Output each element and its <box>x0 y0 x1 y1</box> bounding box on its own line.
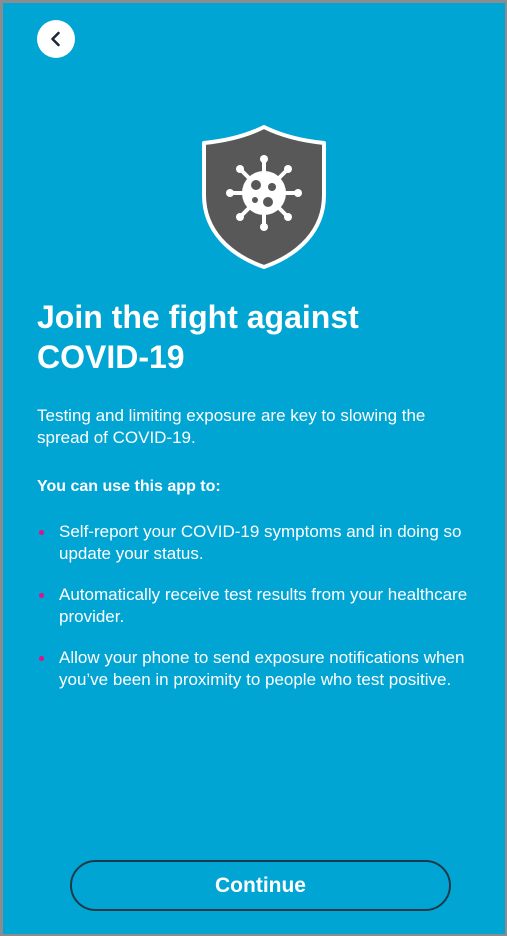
features-subheading: You can use this app to: <box>37 478 221 495</box>
feature-text: Automatically receive test results from … <box>59 585 468 626</box>
onboarding-screen: Join the fight against COVID-19 Testing … <box>3 3 505 934</box>
list-item: Allow your phone to send exposure notifi… <box>37 647 482 691</box>
feature-text: Allow your phone to send exposure notifi… <box>59 648 465 689</box>
list-item: Automatically receive test results from … <box>37 584 482 628</box>
intro-text: Testing and limiting exposure are key to… <box>37 406 426 447</box>
bullet-icon <box>39 593 44 598</box>
continue-button[interactable]: Continue <box>70 860 451 911</box>
bullet-icon <box>39 656 44 661</box>
feature-text: Self-report your COVID-19 symptoms and i… <box>59 522 462 563</box>
page-title: Join the fight against COVID-19 <box>37 299 359 375</box>
chevron-left-icon <box>51 31 60 47</box>
back-button[interactable] <box>37 20 75 58</box>
list-item: Self-report your COVID-19 symptoms and i… <box>37 521 482 565</box>
shield-virus-icon <box>202 125 326 269</box>
bullet-icon <box>39 530 44 535</box>
feature-list: Self-report your COVID-19 symptoms and i… <box>37 521 482 710</box>
